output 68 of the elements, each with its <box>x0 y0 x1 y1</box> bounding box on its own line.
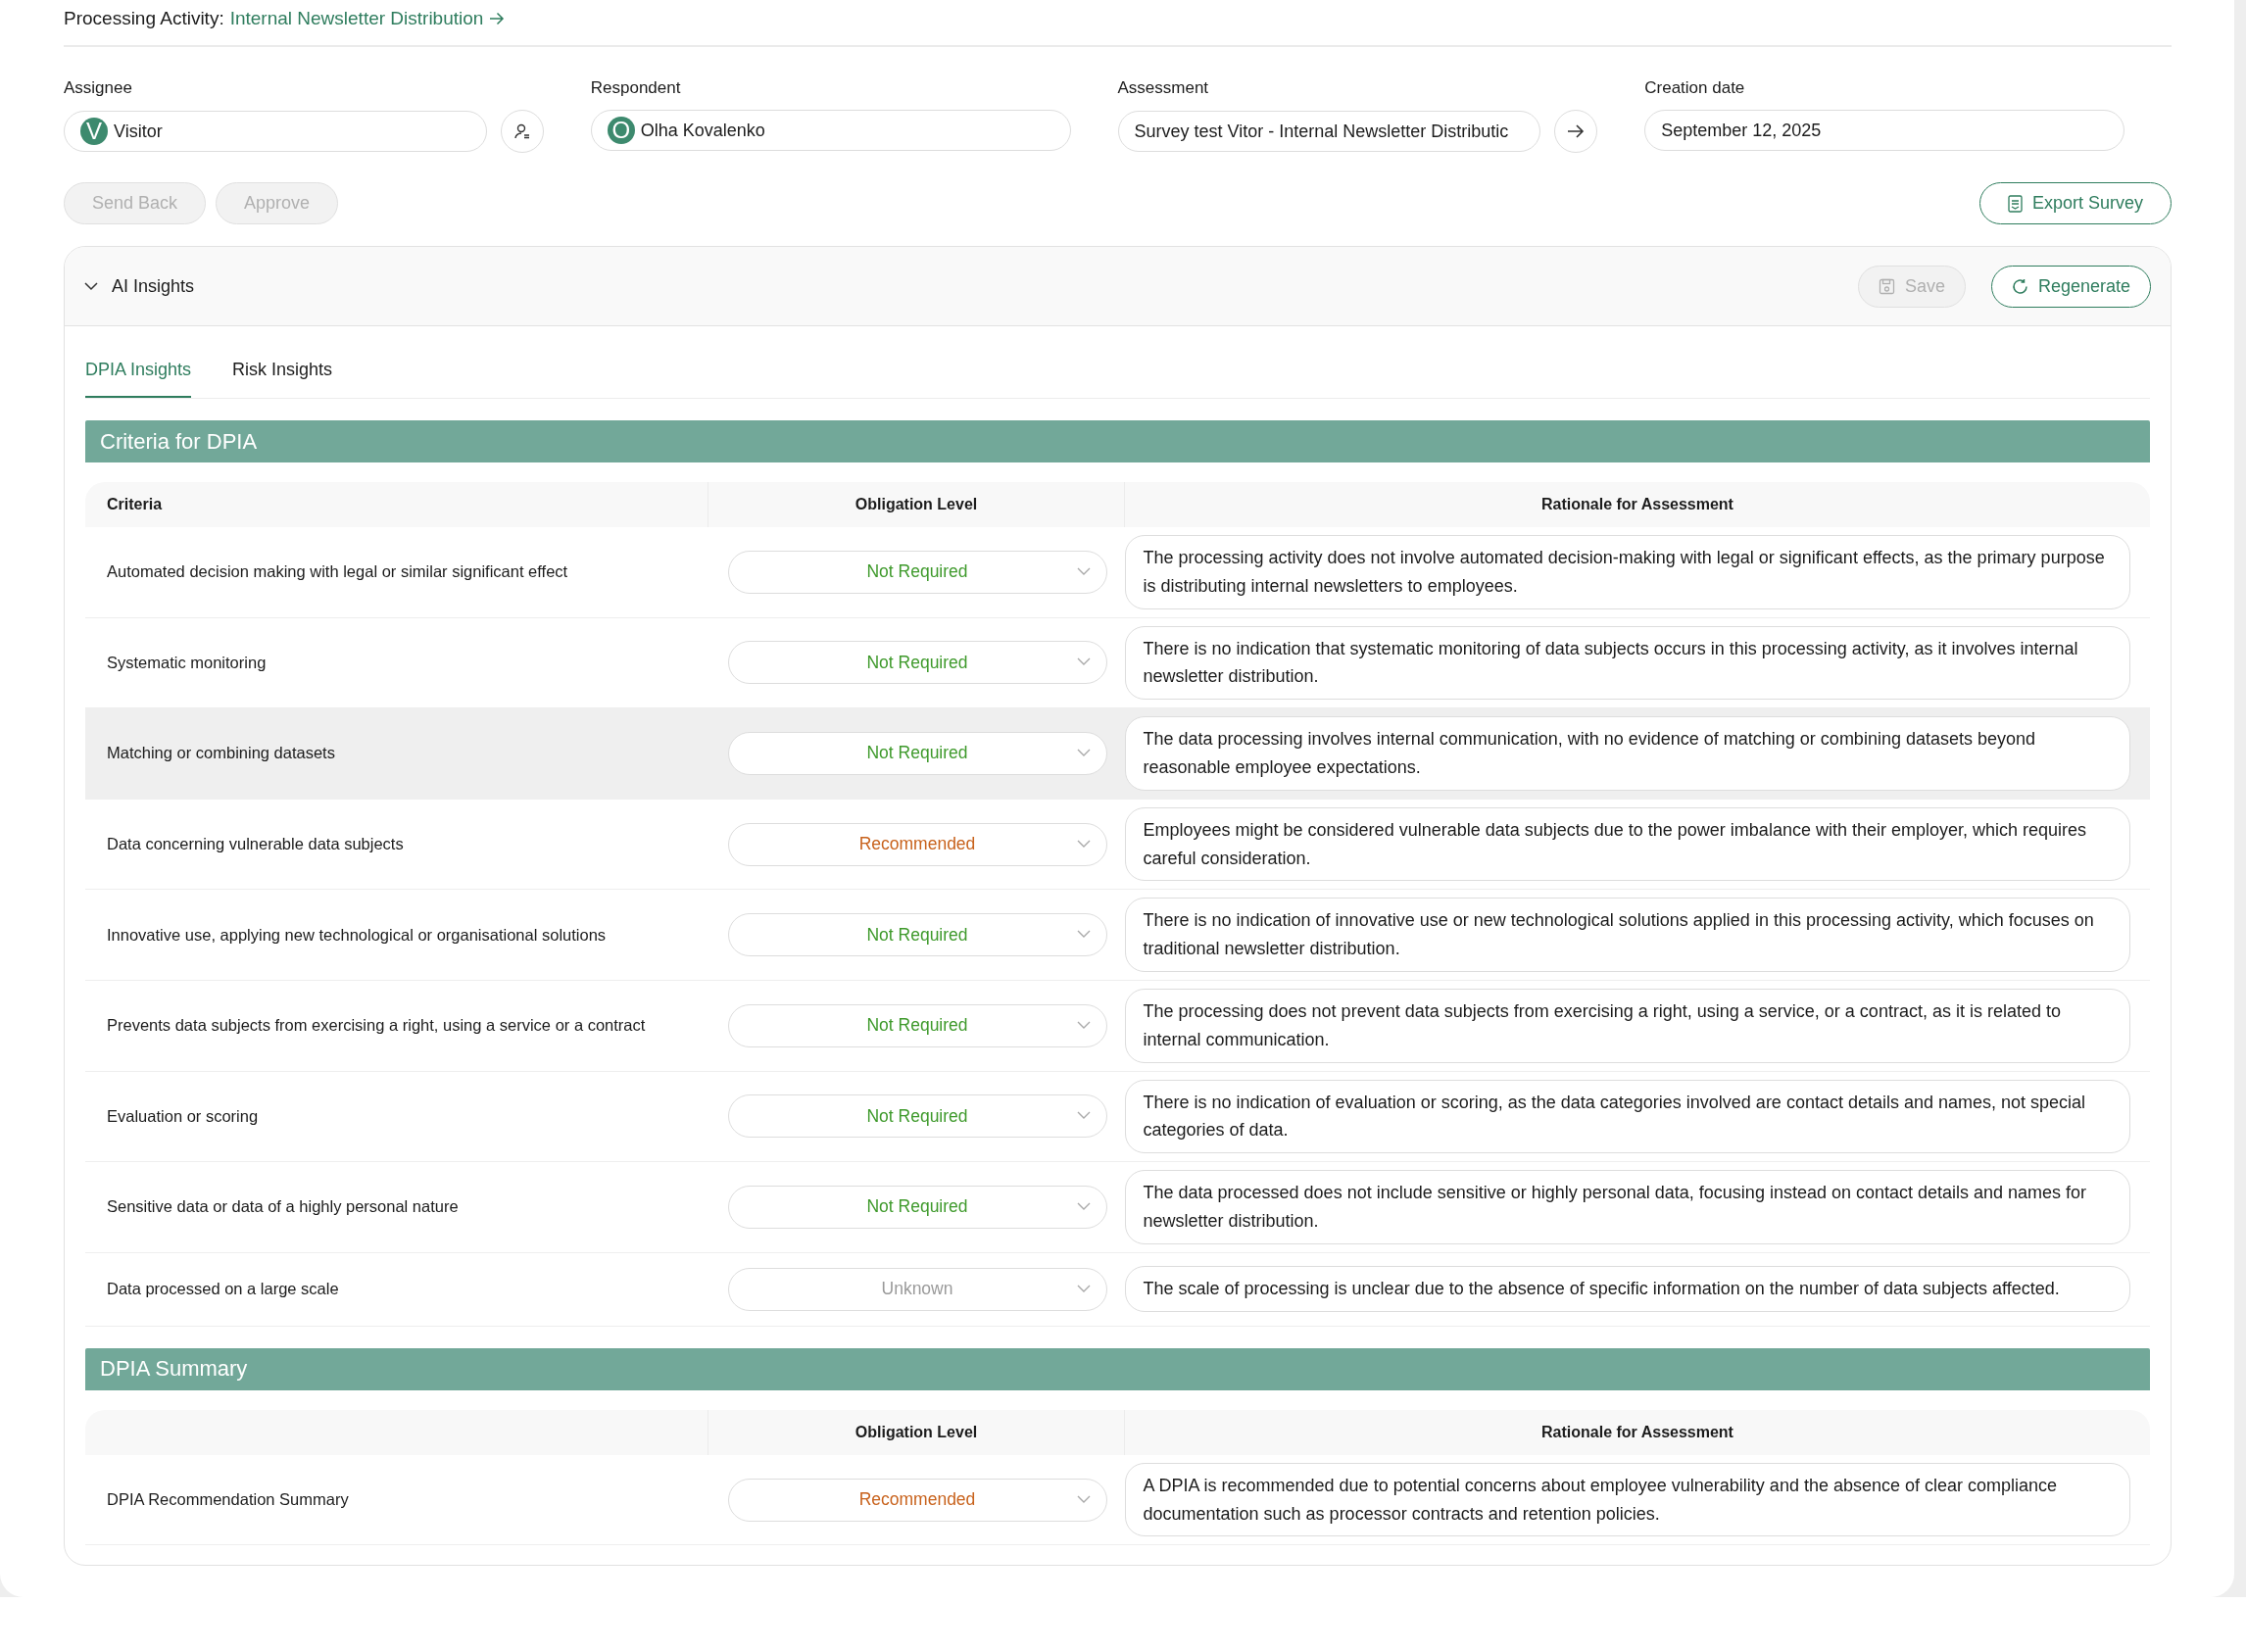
chevron-down-icon <box>1076 1020 1091 1030</box>
criteria-text: Data concerning vulnerable data subjects <box>107 835 404 853</box>
processing-activity-link[interactable]: Internal Newsletter Distribution <box>229 8 506 29</box>
tab[interactable]: DPIA Insights <box>85 346 192 398</box>
section-title: AI Insights <box>112 275 195 297</box>
column-header: Obligation Level <box>854 1423 979 1441</box>
document-icon <box>2007 194 2023 213</box>
chevron-down-icon <box>1076 566 1091 576</box>
export-survey-button[interactable]: Export Survey <box>1978 182 2172 224</box>
column-header: Criteria <box>107 496 164 513</box>
obligation-select[interactable]: Recommended <box>727 1478 1107 1522</box>
criteria-text: Sensitive data or data of a highly personal nature <box>107 1197 459 1216</box>
avatar: O <box>607 117 635 144</box>
arrow-right-icon <box>489 12 506 25</box>
rationale-field[interactable]: The data processing involves internal communication, with no evidence of matching or combining datasets beyond reasonable employee expectations. <box>1124 716 2130 791</box>
obligation-select[interactable]: Unknown <box>727 1267 1107 1311</box>
chevron-down-icon <box>1076 1494 1091 1504</box>
criteria-text: Matching or combining datasets <box>107 744 335 762</box>
chevron-down-icon <box>1076 930 1091 940</box>
criteria-text: Prevents data subjects from exercising a right, using a service or a contract <box>107 1016 646 1035</box>
criteria-text: Data processed on a large scale <box>107 1280 339 1298</box>
rationale-field[interactable]: The data processed does not include sensitive or highly personal data, focusing instead on contact details and names for newsletter distribution. <box>1124 1170 2130 1244</box>
obligation-select[interactable]: Recommended <box>727 822 1107 866</box>
chevron-down-icon <box>1076 1201 1091 1211</box>
user-icon <box>513 122 531 140</box>
field-label: Creation date <box>1644 78 1745 98</box>
obligation-select[interactable]: Not Required <box>727 1094 1107 1139</box>
obligation-select[interactable]: Not Required <box>727 732 1107 775</box>
rationale-field[interactable]: A DPIA is recommended due to potential concerns about employee vulnerability and the absence of clear compliance documentation such as processor contracts and retention policies. <box>1124 1462 2130 1537</box>
criteria-text: Systematic monitoring <box>107 653 267 671</box>
obligation-select[interactable]: Not Required <box>727 550 1107 594</box>
rationale-field[interactable]: There is no indication of innovative use or new technological solutions applied in this processing activity, which focuses on traditional newsletter distribution. <box>1124 898 2130 972</box>
rationale-field[interactable]: The processing does not prevent data subjects from exercising a right, using a service, or a contract, as it is related to internal communication. <box>1124 988 2130 1063</box>
regenerate-button[interactable]: Regenerate <box>1990 265 2151 308</box>
open-button[interactable] <box>1554 110 1598 153</box>
refresh-icon <box>2011 277 2028 295</box>
chevron-down-icon <box>1076 1111 1091 1121</box>
section-header: Criteria for DPIA <box>85 420 2150 462</box>
obligation-select[interactable]: Not Required <box>727 641 1107 685</box>
chevron-down-icon <box>1076 749 1091 757</box>
processing-activity-label: Processing Activity: <box>64 8 224 29</box>
column-header: Rationale for Assessment <box>1540 496 1734 513</box>
obligation-select[interactable]: Not Required <box>727 1185 1107 1229</box>
column-header: Obligation Level <box>854 496 979 513</box>
rationale-field[interactable]: Employees might be considered vulnerable data subjects due to the power imbalance with their employer, which requires careful consideration. <box>1124 806 2130 882</box>
field-label: Assessment <box>1117 78 1209 98</box>
chevron-down-icon <box>1076 839 1091 849</box>
column-header: Rationale for Assessment <box>1540 1423 1734 1441</box>
section-header: DPIA Summary <box>85 1347 2150 1390</box>
criteria-text: Automated decision making with legal or similar significant effect <box>107 562 568 581</box>
chevron-down-icon <box>1076 1284 1091 1293</box>
avatar: V <box>80 118 108 145</box>
reassign-button[interactable] <box>500 110 544 153</box>
rationale-field[interactable]: The scale of processing is unclear due to the absence of specific information on the number of data subjects affected. <box>1124 1266 2130 1313</box>
rationale-field[interactable]: There is no indication that systematic monitoring of data subjects occurs in this processing activity, as it involves internal newsletter distribution. <box>1124 625 2130 701</box>
chevron-icon[interactable] <box>84 281 98 291</box>
tab[interactable]: Risk Insights <box>232 346 333 398</box>
criteria-text: Innovative use, applying new technological or organisational solutions <box>107 925 607 944</box>
chevron-down-icon <box>1076 657 1091 667</box>
field-label: Assignee <box>64 78 132 98</box>
arrow-right-icon <box>1567 123 1586 139</box>
obligation-select[interactable]: Not Required <box>727 1003 1107 1047</box>
rationale-field[interactable]: There is no indication of evaluation or scoring, as the data categories involved are contact details and names, not special categories of data. <box>1124 1079 2130 1154</box>
criteria-text: DPIA Recommendation Summary <box>107 1490 349 1509</box>
criteria-text: Evaluation or scoring <box>107 1106 259 1125</box>
rationale-field[interactable]: The processing activity does not involve automated decision-making with legal or significant effects, as the primary purpose is distributing internal newsletters to employees. <box>1124 535 2130 609</box>
field-label: Respondent <box>590 78 681 98</box>
obligation-select[interactable]: Not Required <box>727 913 1107 957</box>
